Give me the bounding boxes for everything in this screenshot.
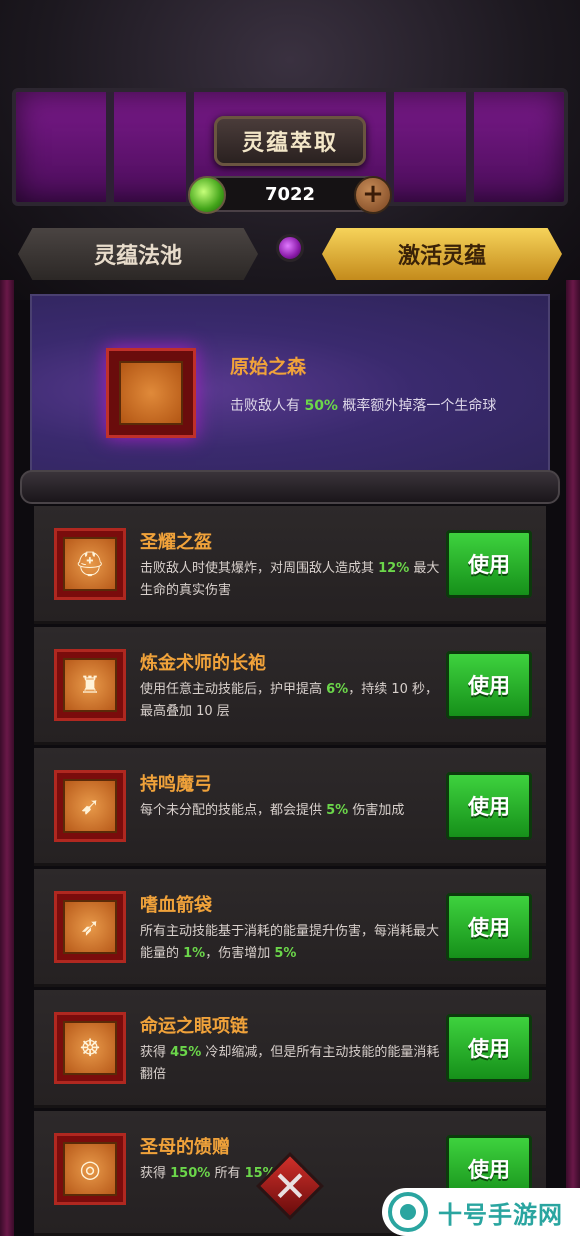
relic-icon-frame: ♜ [54, 649, 126, 721]
relic-desc: 使用任意主动技能后，护甲提高 6%，持续 10 秒，最高叠加 10 层 [140, 682, 439, 719]
list-item: ☸ 命运之眼项链 获得 45% 冷却缩减，但是所有主动技能的能量消耗翻倍 使用 [34, 990, 546, 1108]
robe-icon: ♜ [63, 658, 117, 712]
spartan-helmet-icon [119, 361, 183, 425]
page-title-text: 灵蕴萃取 [241, 131, 338, 156]
relic-name: 命运之眼项链 [140, 1016, 248, 1037]
relic-icon-frame: ☸ [54, 1012, 126, 1084]
relic-icon-frame: ➶ [54, 891, 126, 963]
left-rail [0, 280, 14, 1236]
relic-name: 嗜血箭袋 [140, 895, 212, 916]
use-button[interactable]: 使用 [446, 772, 532, 840]
relic-name: 持鸣魔弓 [140, 774, 212, 795]
relic-desc: 击败敌人时使其爆炸，对周围敌人造成其 12% 最大生命的真实伤害 [140, 561, 440, 598]
use-button[interactable]: 使用 [446, 530, 532, 598]
relic-icon-frame: ⛑ [54, 528, 126, 600]
selected-relic-panel: 原始之森 击败敌人有 50% 概率额外掉落一个生命球 [30, 294, 550, 486]
tab-pool[interactable]: 灵蕴法池 [18, 228, 258, 280]
tab-bar: 灵蕴法池 激活灵蕴 [0, 222, 580, 286]
relic-icon-frame: ➹ [54, 770, 126, 842]
tab-activate[interactable]: 激活灵蕴 [322, 228, 562, 280]
relic-desc: 获得 45% 冷却缩减，但是所有主动技能的能量消耗翻倍 [140, 1045, 440, 1082]
list-item: ♜ 炼金术师的长袍 使用任意主动技能后，护甲提高 6%，持续 10 秒，最高叠加… [34, 627, 546, 745]
page-title: 灵蕴萃取 [214, 116, 366, 166]
use-button[interactable]: 使用 [446, 651, 532, 719]
use-button[interactable]: 使用 [446, 1014, 532, 1082]
list-item: ➹ 持鸣魔弓 每个未分配的技能点，都会提供 5% 伤害加成 使用 [34, 748, 546, 866]
relic-icon-frame: ◎ [54, 1133, 126, 1205]
list-item: ⛑ 圣耀之盔 击败敌人时使其爆炸，对周围敌人造成其 12% 最大生命的真实伤害 … [34, 506, 546, 624]
watermark-logo-icon [388, 1192, 428, 1232]
relic-desc: 所有主动技能基于消耗的能量提升伤害，每消耗最大能量的 1%，伤害增加 5% [140, 924, 440, 961]
close-icon: ✕ [272, 1162, 308, 1211]
relic-name: 圣耀之盔 [140, 532, 212, 553]
watermark-text: 十号手游网 [438, 1200, 563, 1229]
ring-icon: ◎ [63, 1142, 117, 1196]
close-button[interactable]: ✕ [256, 1148, 324, 1228]
selected-relic-icon-frame [106, 348, 196, 438]
helmet-icon: ⛑ [63, 537, 117, 591]
necklace-icon: ☸ [63, 1021, 117, 1075]
quiver-icon: ➶ [63, 900, 117, 954]
watermark: 十号手游网 [382, 1188, 580, 1236]
section-divider [20, 470, 560, 504]
selected-relic-name: 原始之森 [230, 356, 307, 378]
plus-icon[interactable]: + [354, 176, 392, 214]
currency-bar: 7022 + [188, 176, 392, 214]
selected-relic-desc: 击败敌人有 50% 概率额外掉落一个生命球 [230, 398, 497, 414]
relic-desc: 每个未分配的技能点，都会提供 5% 伤害加成 [140, 803, 405, 818]
right-rail [566, 280, 580, 1236]
bow-icon: ➹ [63, 779, 117, 833]
relic-name: 圣母的馈赠 [140, 1137, 230, 1158]
purple-gem-icon [276, 234, 304, 262]
use-button[interactable]: 使用 [446, 893, 532, 961]
list-item: ➶ 嗜血箭袋 所有主动技能基于消耗的能量提升伤害，每消耗最大能量的 1%，伤害增… [34, 869, 546, 987]
relic-name: 炼金术师的长袍 [140, 653, 266, 674]
green-gem-icon [188, 176, 226, 214]
